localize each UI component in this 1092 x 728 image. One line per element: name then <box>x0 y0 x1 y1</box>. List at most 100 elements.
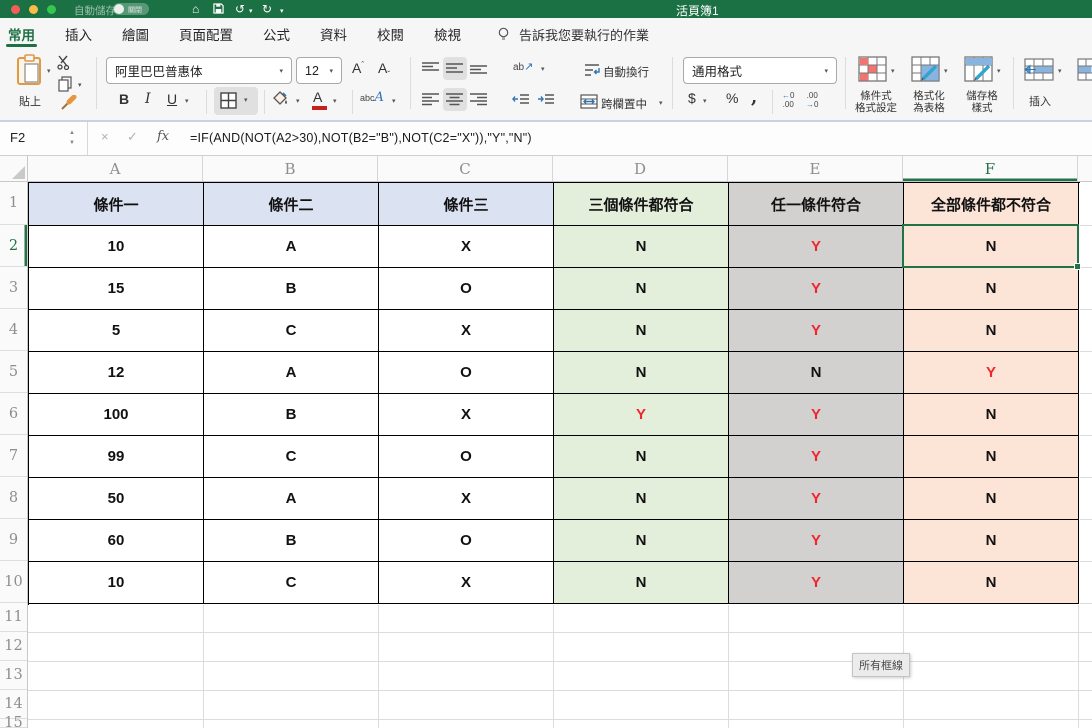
row-header-12[interactable]: 12 <box>0 632 27 661</box>
borders-button[interactable]: ▾ <box>214 87 258 115</box>
tab-公式[interactable]: 公式 <box>263 18 290 50</box>
cell-F4[interactable]: N <box>904 310 1079 352</box>
cell-D1[interactable]: 三個條件都符合 <box>554 183 729 226</box>
format-painter-icon[interactable] <box>60 95 78 111</box>
cell-A8[interactable]: 50 <box>29 478 204 520</box>
cell-F3[interactable]: N <box>904 268 1079 310</box>
conditional-formatting-button[interactable]: 條件式格式設定 <box>847 90 905 114</box>
underline-button[interactable]: U <box>167 91 177 107</box>
tell-me-search[interactable]: 告訴我您要執行的作業 <box>497 25 649 44</box>
cell-B10[interactable]: C <box>204 562 379 604</box>
insert-cells-icon[interactable] <box>1022 58 1054 81</box>
cell-D4[interactable]: N <box>554 310 729 352</box>
cell-B6[interactable]: B <box>204 394 379 436</box>
cell-E1[interactable]: 任一條件符合 <box>729 183 904 226</box>
cell-E5[interactable]: N <box>729 352 904 394</box>
paste-clipboard-icon[interactable] <box>16 54 44 86</box>
currency-chevron-icon[interactable]: ▾ <box>703 97 707 105</box>
shrink-font-button[interactable]: Aˇ <box>378 60 390 79</box>
cell-E3[interactable]: Y <box>729 268 904 310</box>
row-header-15[interactable]: 15 <box>0 719 27 728</box>
text-effects-button[interactable]: abcA <box>360 90 384 105</box>
cell-B8[interactable]: A <box>204 478 379 520</box>
column-header-D[interactable]: D <box>553 156 728 181</box>
row-header-9[interactable]: 9 <box>0 519 27 561</box>
percent-button[interactable]: % <box>726 90 738 106</box>
home-icon[interactable]: ⌂ <box>192 1 199 17</box>
wrap-text-button[interactable]: 自動換行 <box>603 64 649 80</box>
decrease-decimal-button[interactable]: ←0 .00 <box>782 91 794 109</box>
align-bottom-icon[interactable] <box>469 61 488 76</box>
tab-檢視[interactable]: 檢視 <box>434 18 461 50</box>
cell-C10[interactable]: X <box>379 562 554 604</box>
cell-B2[interactable]: A <box>204 226 379 268</box>
font-size-select[interactable]: 12▾ <box>296 57 342 84</box>
fullscreen-window-button[interactable] <box>47 5 56 14</box>
formula-input[interactable]: =IF(AND(NOT(A2>30),NOT(B2="B"),NOT(C2="X… <box>190 131 532 145</box>
row-header-3[interactable]: 3 <box>0 267 27 309</box>
delete-cells-icon-partial[interactable] <box>1077 58 1092 81</box>
align-middle-icon[interactable] <box>443 57 467 80</box>
paste-chevron-icon[interactable]: ▾ <box>47 67 51 75</box>
cell-styles-button[interactable]: 儲存格樣式 <box>953 90 1011 114</box>
redo-icon[interactable]: ↻ <box>262 1 272 17</box>
row-header-8[interactable]: 8 <box>0 477 27 519</box>
cell-B7[interactable]: C <box>204 436 379 478</box>
cell-F7[interactable]: N <box>904 436 1079 478</box>
increase-decimal-button[interactable]: .00 →0 <box>806 91 818 109</box>
minimize-window-button[interactable] <box>29 5 38 14</box>
tab-頁面配置[interactable]: 頁面配置 <box>179 18 233 50</box>
cell-E4[interactable]: Y <box>729 310 904 352</box>
cell-C3[interactable]: O <box>379 268 554 310</box>
orientation-button[interactable]: ab↗ <box>513 60 533 73</box>
merge-center-button[interactable]: 跨欄置中 <box>601 96 647 112</box>
row-header-10[interactable]: 10 <box>0 561 27 603</box>
column-header-C[interactable]: C <box>378 156 553 181</box>
column-header-F[interactable]: F <box>903 156 1078 181</box>
cell-D10[interactable]: N <box>554 562 729 604</box>
cell-C5[interactable]: O <box>379 352 554 394</box>
cell-D3[interactable]: N <box>554 268 729 310</box>
cell-A7[interactable]: 99 <box>29 436 204 478</box>
column-header-E[interactable]: E <box>728 156 903 181</box>
cell-D8[interactable]: N <box>554 478 729 520</box>
cell-F1[interactable]: 全部條件都不符合 <box>904 183 1079 226</box>
row-header-1[interactable]: 1 <box>0 182 27 225</box>
row-header-13[interactable]: 13 <box>0 661 27 690</box>
cell-D7[interactable]: N <box>554 436 729 478</box>
currency-button[interactable]: $ <box>688 90 696 106</box>
tab-校閱[interactable]: 校閱 <box>377 18 404 50</box>
cell-F8[interactable]: N <box>904 478 1079 520</box>
row-header-6[interactable]: 6 <box>0 393 27 435</box>
italic-button[interactable]: I <box>145 91 151 107</box>
cell-F6[interactable]: N <box>904 394 1079 436</box>
conditional-formatting-chevron-icon[interactable]: ▾ <box>891 67 895 75</box>
cell-C8[interactable]: X <box>379 478 554 520</box>
orientation-chevron-icon[interactable]: ▾ <box>541 65 545 73</box>
align-center-icon[interactable] <box>443 88 467 111</box>
copy-icon[interactable] <box>58 76 73 92</box>
cell-A2[interactable]: 10 <box>29 226 204 268</box>
number-format-select[interactable]: 通用格式▾ <box>683 57 837 84</box>
bold-button[interactable]: B <box>119 91 129 107</box>
insert-cells-chevron-icon[interactable]: ▾ <box>1058 67 1062 75</box>
decrease-indent-icon[interactable] <box>512 93 530 107</box>
merge-center-chevron-icon[interactable]: ▾ <box>659 99 663 107</box>
column-header-A[interactable]: A <box>28 156 203 181</box>
align-left-icon[interactable] <box>421 92 440 107</box>
comma-button[interactable]: , <box>751 87 757 108</box>
cell-C4[interactable]: X <box>379 310 554 352</box>
cell-styles-icon[interactable] <box>964 56 994 83</box>
cell-A4[interactable]: 5 <box>29 310 204 352</box>
font-color-chevron-icon[interactable]: ▾ <box>333 97 337 105</box>
cell-E8[interactable]: Y <box>729 478 904 520</box>
cell-F5[interactable]: Y <box>904 352 1079 394</box>
save-icon[interactable] <box>213 3 224 14</box>
row-header-7[interactable]: 7 <box>0 435 27 477</box>
cell-B5[interactable]: A <box>204 352 379 394</box>
cell-E9[interactable]: Y <box>729 520 904 562</box>
undo-icon[interactable]: ↺ <box>235 1 245 17</box>
cell-D2[interactable]: N <box>554 226 729 268</box>
cell-E6[interactable]: Y <box>729 394 904 436</box>
cell-A6[interactable]: 100 <box>29 394 204 436</box>
